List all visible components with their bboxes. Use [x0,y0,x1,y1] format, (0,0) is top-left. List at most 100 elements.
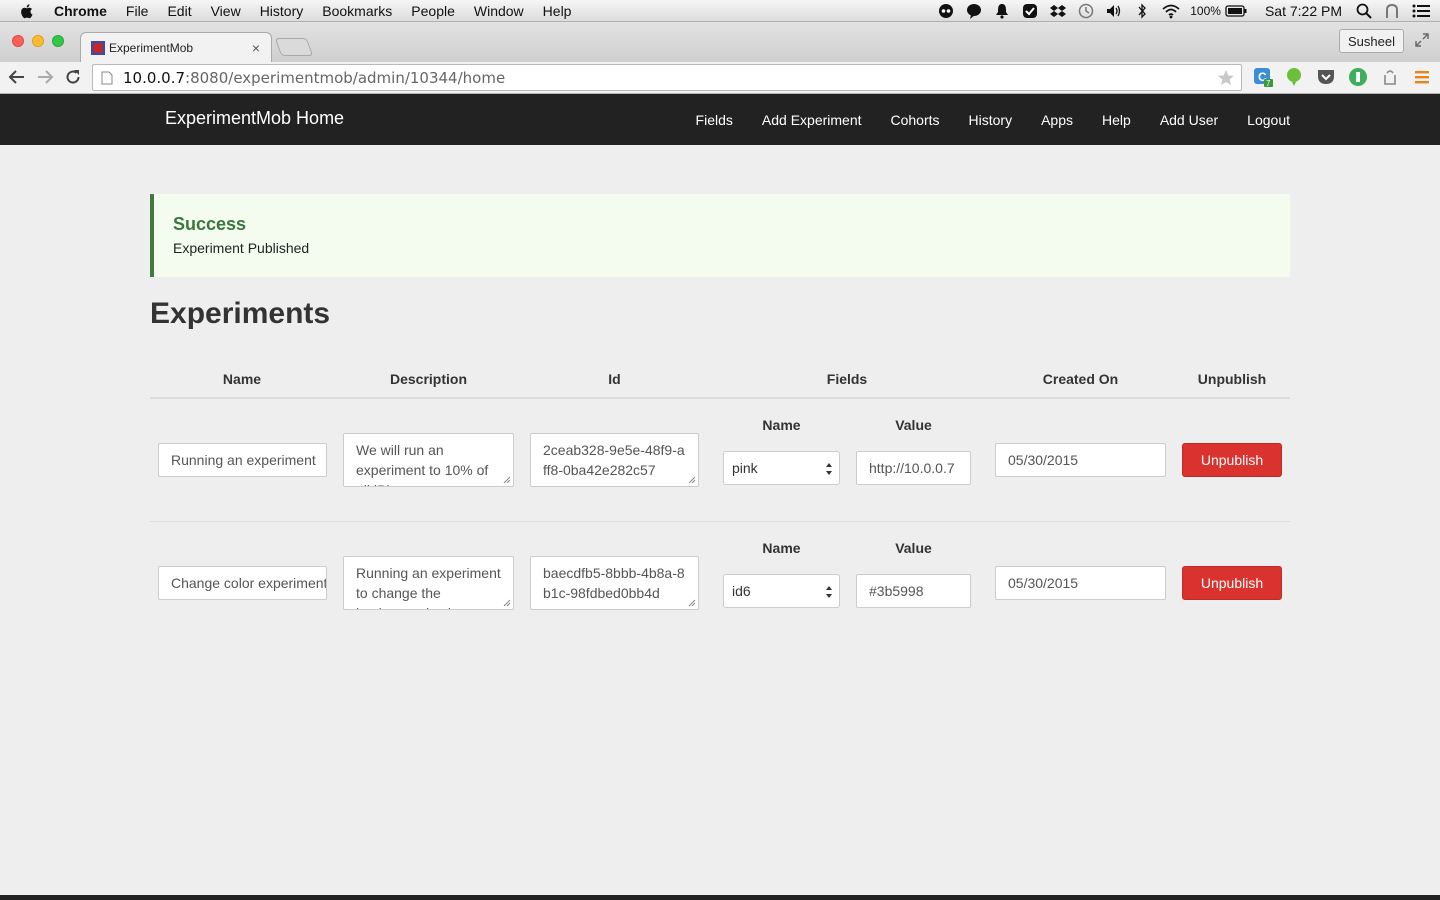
experiment-id-field[interactable]: 2ceab328-9e5e-48f9-aff8-0ba42e282c57 [530,433,699,487]
field-value-header: Value [895,417,932,433]
created-on-field[interactable]: 05/30/2015 [995,443,1166,477]
row-divider [150,521,1290,522]
window-bottom-edge [0,895,1440,900]
nav-history[interactable]: History [969,112,1013,128]
alert-title: Success [173,214,247,234]
url-path: :8080/experimentmob/admin/10344/home [185,68,506,87]
resize-grip-icon[interactable] [503,476,511,484]
id-text: baecdfb5-8bbb-4b8a-8b1c-98fdbed0bb4d [543,565,685,601]
app-navbar: ExperimentMob Home Fields Add Experiment… [0,94,1440,145]
alien-icon[interactable] [938,3,954,19]
resize-grip-icon[interactable] [503,599,511,607]
alert-message: Experiment Published [173,240,310,256]
experiment-id-field[interactable]: baecdfb5-8bbb-4b8a-8b1c-98fdbed0bb4d [530,556,699,610]
brand-link[interactable]: ExperimentMob Home [165,108,344,129]
menu-help[interactable]: Help [543,3,572,19]
browser-toolbar: 10.0.0.7:8080/experimentmob/admin/10344/… [0,62,1440,94]
pocket-icon[interactable] [1316,67,1336,87]
experiment-name-field[interactable]: Running an experiment [158,443,327,477]
menu-edit[interactable]: Edit [167,3,191,19]
column-header-id: Id [608,371,621,387]
checkmark-shield-icon[interactable] [1022,3,1038,19]
dropbox-icon[interactable] [1050,3,1067,19]
green-circle-extension-icon[interactable] [1348,67,1368,87]
tab-title: ExperimentMob [109,40,194,55]
id-text: 2ceab328-9e5e-48f9-aff8-0ba42e282c57 [543,442,685,478]
field-value-header: Value [895,540,932,556]
window-zoom-button[interactable] [52,35,64,47]
description-text: We will run an experiment to 10% of all … [356,442,489,486]
table-header-divider [150,397,1290,399]
battery-percent: 100% [1190,4,1221,18]
experiment-description-field[interactable]: We will run an experiment to 10% of all … [343,433,514,487]
browser-tabstrip: ExperimentMob × Susheel [0,22,1440,62]
field-value-input[interactable]: #3b5998 [856,574,971,608]
created-on-field[interactable]: 05/30/2015 [995,566,1166,600]
extension-badge: 7 [1266,79,1271,87]
resize-grip-icon[interactable] [688,599,696,607]
field-name-select[interactable]: id6 [723,574,840,608]
menu-history[interactable]: History [260,3,304,19]
nav-apps[interactable]: Apps [1041,112,1073,128]
experiment-name-field[interactable]: Change color experiment [158,566,327,600]
fullscreen-icon[interactable] [1414,32,1430,48]
reload-icon[interactable] [64,68,82,86]
spotlight-search-icon[interactable] [1356,3,1372,19]
chrome-menu-icon[interactable] [1412,67,1432,87]
wifi-icon[interactable] [1162,3,1180,19]
address-bar[interactable]: 10.0.0.7:8080/experimentmob/admin/10344/… [92,64,1242,91]
unpublish-button[interactable]: Unpublish [1182,566,1282,600]
browser-tab-active[interactable]: ExperimentMob × [80,32,272,62]
macos-menubar: Chrome File Edit View History Bookmarks … [0,0,1440,22]
field-name-select[interactable]: pink [723,451,840,485]
bluetooth-icon[interactable] [1134,3,1150,19]
menu-file[interactable]: File [126,3,149,19]
nav-add-experiment[interactable]: Add Experiment [762,112,862,128]
battery-icon[interactable] [1225,3,1247,19]
column-header-created-on: Created On [1042,371,1119,387]
menu-bookmarks[interactable]: Bookmarks [322,3,392,19]
forward-arrow-icon[interactable] [36,68,54,86]
back-arrow-icon[interactable] [8,68,26,86]
experiment-description-field[interactable]: Running an experiment to change the back… [343,556,514,610]
field-value-input[interactable]: http://10.0.0.7 [856,451,971,485]
menubar-clock[interactable]: Sat 7:22 PM [1265,3,1342,19]
column-header-name: Name [222,371,262,387]
nav-help[interactable]: Help [1102,112,1131,128]
apple-icon[interactable] [18,2,36,20]
menu-window[interactable]: Window [474,3,524,19]
site-favicon-icon [91,40,105,55]
menu-view[interactable]: View [211,3,241,19]
volume-icon[interactable] [1106,3,1122,19]
field-name-header: Name [762,417,801,433]
success-alert: Success Experiment Published [150,194,1290,277]
recycle-extension-icon[interactable] [1380,67,1400,87]
menu-people[interactable]: People [411,3,455,19]
field-name-header: Name [762,540,801,556]
nav-cohorts[interactable]: Cohorts [891,112,940,128]
time-machine-icon[interactable] [1078,3,1094,19]
select-arrows-icon [826,463,832,475]
new-tab-button[interactable] [274,38,314,56]
notification-center-icon[interactable] [1412,3,1430,19]
evernote-icon[interactable] [1284,67,1304,87]
select-value: id6 [732,583,751,599]
menubar-status-area: 100% Sat 7:22 PM [938,0,1440,22]
chat-bubble-icon[interactable] [966,3,982,19]
nav-logout[interactable]: Logout [1247,112,1290,128]
profile-button[interactable]: Susheel [1339,29,1404,53]
unpublish-button[interactable]: Unpublish [1182,443,1282,477]
user-account-icon[interactable] [1384,3,1400,19]
window-minimize-button[interactable] [32,35,44,47]
menu-chrome[interactable]: Chrome [54,3,107,19]
resize-grip-icon[interactable] [688,476,696,484]
bookmark-star-icon[interactable] [1217,69,1235,87]
window-close-button[interactable] [12,35,24,47]
nav-fields[interactable]: Fields [696,112,733,128]
url-host: 10.0.0.7 [123,68,186,87]
nav-add-user[interactable]: Add User [1160,112,1218,128]
tab-close-icon[interactable]: × [249,40,263,56]
extension-g-icon[interactable]: C 7 [1253,67,1273,87]
column-header-unpublish: Unpublish [1197,371,1267,387]
notification-bell-icon[interactable] [994,3,1010,19]
